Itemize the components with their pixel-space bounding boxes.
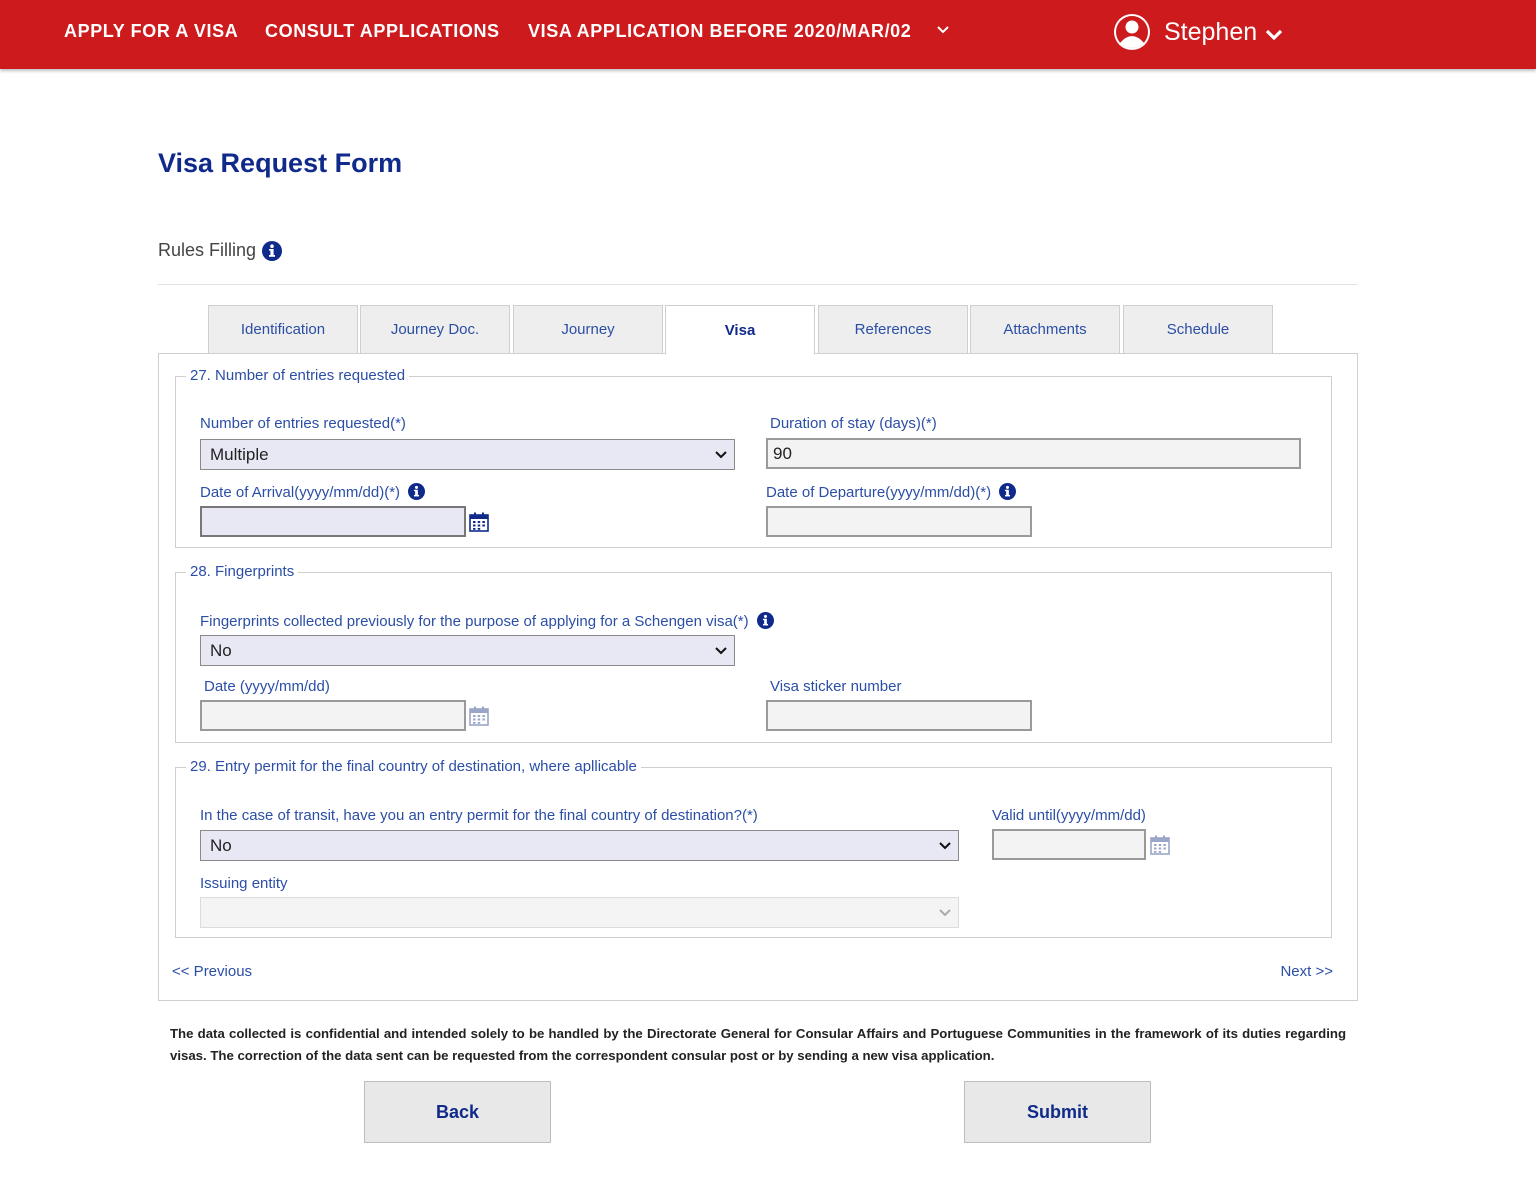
departure-label: Date of Departure(yyyy/mm/dd)(*) <box>766 483 1017 501</box>
section-27-entries: 27. Number of entries requested Number o… <box>175 367 1332 548</box>
info-icon[interactable] <box>262 240 283 261</box>
user-name: Stephen <box>1164 17 1258 46</box>
valid-until-input[interactable] <box>992 829 1146 860</box>
fingerprints-label-text: Fingerprints collected previously for th… <box>200 613 749 630</box>
tab-journey-doc[interactable]: Journey Doc. <box>360 305 510 353</box>
arrival-label: Date of Arrival(yyyy/mm/dd)(*) <box>200 483 426 501</box>
divider <box>158 284 1358 285</box>
section-29-entry-permit: 29. Entry permit for the final country o… <box>175 758 1332 938</box>
nav-apply-for-visa[interactable]: APPLY FOR A VISA <box>64 21 238 42</box>
chevron-down-icon <box>939 842 951 850</box>
issuing-entity-select <box>200 897 959 928</box>
departure-date-input[interactable] <box>766 506 1032 537</box>
departure-label-text: Date of Departure(yyyy/mm/dd)(*) <box>766 484 992 501</box>
privacy-notice: The data collected is confidential and i… <box>170 1026 1346 1063</box>
nav-consult-applications[interactable]: CONSULT APPLICATIONS <box>265 21 500 42</box>
entries-label: Number of entries requested(*) <box>200 415 406 432</box>
info-icon[interactable] <box>756 612 774 629</box>
calendar-icon[interactable] <box>1150 835 1170 855</box>
chevron-down-icon <box>1266 29 1283 41</box>
tab-references[interactable]: References <box>818 305 968 353</box>
visa-tab-panel: 27. Number of entries requested Number o… <box>158 353 1358 1001</box>
rules-filling: Rules Filling <box>158 240 283 261</box>
transit-select[interactable]: No <box>200 830 959 861</box>
fingerprints-select-value: No <box>210 640 232 660</box>
arrival-label-text: Date of Arrival(yyyy/mm/dd)(*) <box>200 484 401 501</box>
fingerprints-label: Fingerprints collected previously for th… <box>200 612 774 630</box>
sticker-label: Visa sticker number <box>770 678 902 695</box>
nav-visa-before-2020[interactable]: VISA APPLICATION BEFORE 2020/MAR/02 <box>528 21 911 42</box>
previous-link[interactable]: << Previous <box>172 963 252 980</box>
user-avatar-icon <box>1114 14 1150 50</box>
rules-filling-label: Rules Filling <box>158 240 257 260</box>
submit-button[interactable]: Submit <box>964 1081 1151 1143</box>
section-28-fingerprints: 28. Fingerprints Fingerprints collected … <box>175 563 1332 743</box>
calendar-icon[interactable] <box>469 512 489 532</box>
tab-visa[interactable]: Visa <box>665 305 815 354</box>
user-menu[interactable]: Stephen <box>1112 11 1283 53</box>
chevron-down-icon <box>715 647 727 655</box>
section-29-legend: 29. Entry permit for the final country o… <box>186 758 641 775</box>
page-title: Visa Request Form <box>158 148 403 178</box>
fp-date-input[interactable] <box>200 700 466 731</box>
entries-select[interactable]: Multiple <box>200 439 735 470</box>
transit-select-value: No <box>210 835 232 855</box>
arrival-date-input[interactable] <box>200 506 466 537</box>
next-link[interactable]: Next >> <box>1280 963 1333 980</box>
section-28-legend: 28. Fingerprints <box>186 563 299 580</box>
info-icon[interactable] <box>999 483 1017 500</box>
chevron-down-icon <box>715 451 727 459</box>
chevron-down-icon <box>939 909 951 917</box>
calendar-icon[interactable] <box>469 706 489 726</box>
transit-label: In the case of transit, have you an entr… <box>200 807 758 824</box>
valid-until-label: Valid until(yyyy/mm/dd) <box>992 807 1146 824</box>
chevron-down-icon[interactable] <box>936 23 950 37</box>
tab-identification[interactable]: Identification <box>208 305 358 353</box>
info-icon[interactable] <box>408 483 426 500</box>
tab-journey[interactable]: Journey <box>513 305 663 353</box>
issuing-entity-label: Issuing entity <box>200 875 288 892</box>
back-button[interactable]: Back <box>364 1081 551 1143</box>
fp-date-label: Date (yyyy/mm/dd) <box>204 678 330 695</box>
tab-attachments[interactable]: Attachments <box>970 305 1120 353</box>
duration-label: Duration of stay (days)(*) <box>770 415 937 432</box>
duration-input[interactable]: 90 <box>766 438 1301 469</box>
entries-select-value: Multiple <box>210 444 269 464</box>
tab-schedule[interactable]: Schedule <box>1123 305 1273 353</box>
sticker-input[interactable] <box>766 700 1032 731</box>
section-27-legend: 27. Number of entries requested <box>186 367 410 384</box>
fingerprints-select[interactable]: No <box>200 635 735 666</box>
top-navbar: APPLY FOR A VISA CONSULT APPLICATIONS VI… <box>0 0 1536 69</box>
